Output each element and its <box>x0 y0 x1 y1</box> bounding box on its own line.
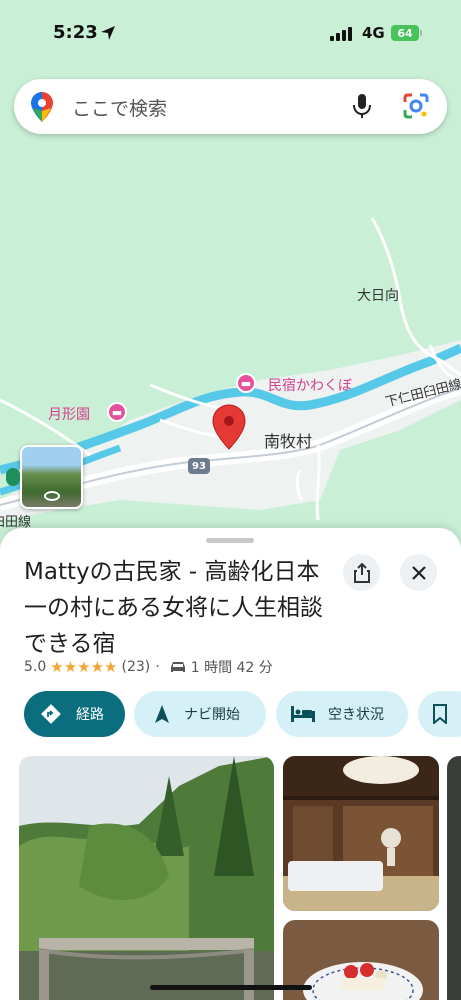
close-button[interactable] <box>400 554 437 591</box>
location-arrow-icon <box>101 26 115 40</box>
status-time: 5:23 <box>53 22 98 43</box>
share-icon <box>353 562 370 583</box>
green-poi-icon[interactable] <box>6 468 20 486</box>
directions-label: 経路 <box>76 707 104 723</box>
bed-icon <box>291 706 315 722</box>
map-label-ohinata: 大日向 <box>357 288 399 304</box>
photo-bridge-forest[interactable] <box>19 756 274 1000</box>
google-maps-pin-icon <box>31 92 53 122</box>
poi-label-kawakubo[interactable]: 民宿かわくぼ <box>268 375 352 395</box>
photo-room-futon[interactable] <box>283 756 439 911</box>
photo-room-futon-image <box>283 756 439 911</box>
share-button[interactable] <box>343 554 380 591</box>
sheet-drag-handle[interactable] <box>206 538 254 543</box>
car-icon <box>170 662 185 672</box>
separator: · <box>155 659 160 675</box>
search-bar[interactable]: ここで検索 <box>14 79 447 134</box>
place-title: Mattyの古民家 - 高齢化日本一の村にある女将に人生相談できる宿 <box>24 559 323 657</box>
bookmark-icon <box>433 704 447 724</box>
street-view-thumbnail[interactable] <box>20 445 83 509</box>
action-chips: 経路 ナビ開始 空き状況 <box>24 691 461 737</box>
photo-partial-right[interactable] <box>447 756 461 1000</box>
directions-icon <box>41 704 61 724</box>
poi-label-gekkeien[interactable]: 月形園 <box>48 404 90 424</box>
lodging-poi-icon[interactable]: ▬ <box>236 373 256 393</box>
route-93-shield: 93 <box>188 458 210 474</box>
start-navigation-label: ナビ開始 <box>184 707 240 723</box>
close-icon <box>411 565 426 580</box>
rating-stars: ★★★★★ <box>50 658 118 676</box>
navigation-arrow-icon <box>155 705 169 723</box>
battery-icon: 64 <box>391 25 419 41</box>
street-view-360-icon <box>44 491 60 501</box>
rating-value: 5.0 <box>24 659 47 675</box>
drive-time: 1 時間 42 分 <box>190 660 273 676</box>
photo-bridge-forest-image <box>19 756 274 1000</box>
status-bar: 5:23 4G 64 <box>0 0 461 64</box>
directions-button[interactable]: 経路 <box>24 691 125 737</box>
battery-tip <box>420 30 422 36</box>
save-button[interactable] <box>418 691 461 737</box>
start-navigation-button[interactable]: ナビ開始 <box>134 691 266 737</box>
battery-level: 64 <box>397 26 413 40</box>
cellular-signal-icon <box>330 27 352 41</box>
search-input[interactable]: ここで検索 <box>72 94 167 121</box>
google-lens-icon[interactable] <box>402 92 430 120</box>
lodging-poi-icon[interactable]: ▬ <box>107 402 127 422</box>
rating-row[interactable]: 5.0 ★★★★★ (23) · 1 時間 42 分 <box>24 657 273 677</box>
review-count[interactable]: (23) <box>122 659 151 675</box>
home-indicator <box>150 985 312 990</box>
availability-button[interactable]: 空き状況 <box>276 691 408 737</box>
microphone-icon[interactable] <box>351 92 373 120</box>
availability-label: 空き状況 <box>328 707 384 723</box>
map-label-minamimaki: 南牧村 <box>264 432 313 451</box>
network-type: 4G <box>362 24 385 42</box>
